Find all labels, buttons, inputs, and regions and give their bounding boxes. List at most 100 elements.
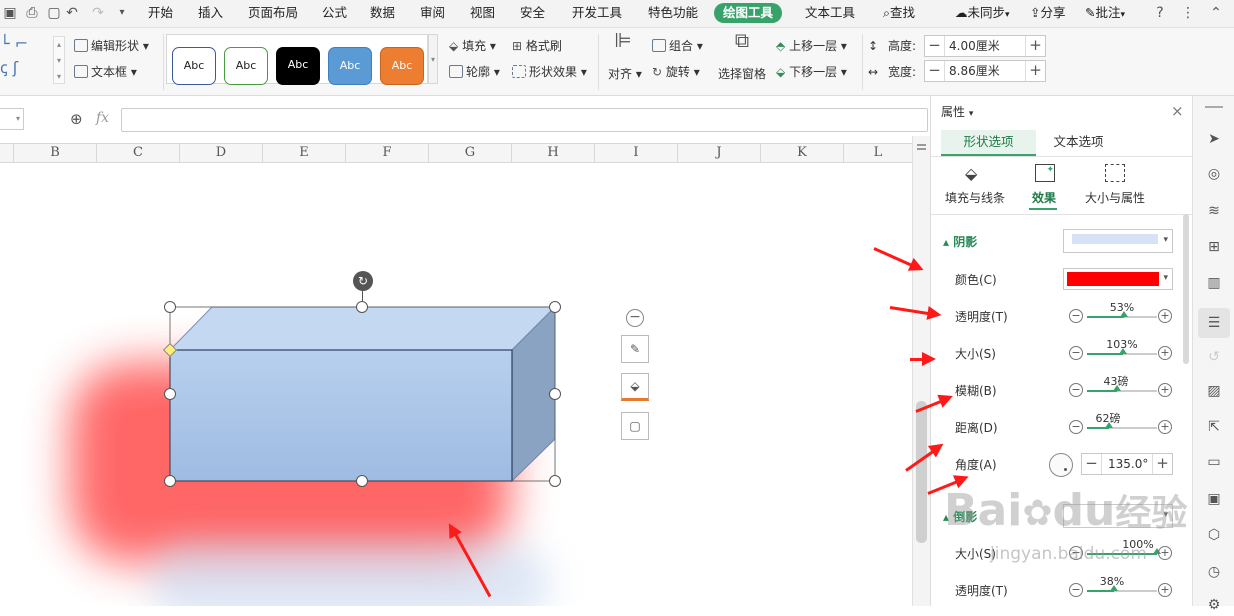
sheet-canvas[interactable]: ↻ − ✎ ⬙ ▢ bbox=[0, 163, 912, 606]
style-swatch-outline-blue[interactable]: Abc bbox=[172, 47, 216, 85]
column-header-E[interactable]: E bbox=[263, 144, 346, 162]
comment-button[interactable]: ✎批注▾ bbox=[1085, 5, 1125, 23]
height-stepper[interactable]: − 4.00厘米 + bbox=[924, 35, 1046, 57]
name-box-dropdown[interactable]: ▾ bbox=[0, 108, 24, 130]
shadow-section-header[interactable]: ▴ 阴影 bbox=[943, 234, 977, 250]
column-header-C[interactable]: C bbox=[97, 144, 180, 162]
column-header-F[interactable]: F bbox=[346, 144, 429, 162]
shape-gallery-scroll[interactable]: ▴ ▾ ▾ bbox=[53, 36, 65, 84]
size-decrement-button[interactable]: − bbox=[1069, 346, 1083, 360]
width-decrement-button[interactable]: − bbox=[925, 61, 945, 81]
resize-handle-tr[interactable] bbox=[549, 301, 561, 313]
undo-icon[interactable]: ↶ bbox=[64, 5, 80, 21]
close-icon[interactable]: × bbox=[1171, 102, 1184, 120]
layers-icon[interactable]: ≋ bbox=[1203, 200, 1225, 222]
edit-shape-button[interactable]: 编辑形状 ▾ bbox=[74, 38, 149, 54]
subtab-effect[interactable]: 效果 bbox=[1032, 190, 1056, 206]
height-increment-button[interactable]: + bbox=[1025, 36, 1045, 56]
angle-increment-button[interactable]: + bbox=[1152, 454, 1172, 474]
transparency-slider[interactable] bbox=[1087, 311, 1157, 318]
tab-home[interactable]: 开始 bbox=[148, 5, 173, 21]
sync-button[interactable]: ☁未同步▾ bbox=[955, 5, 1010, 23]
resize-handle-l[interactable] bbox=[164, 388, 176, 400]
properties-icon[interactable]: ☰ bbox=[1198, 308, 1230, 338]
selection-pane-button[interactable]: 选择窗格 bbox=[718, 66, 766, 82]
panel-scroll-thumb[interactable] bbox=[1183, 214, 1189, 364]
vertical-scrollbar[interactable] bbox=[912, 136, 930, 606]
subtab-size-properties[interactable]: 大小与属性 bbox=[1085, 190, 1145, 206]
tab-developer[interactable]: 开发工具 bbox=[572, 5, 622, 21]
column-header-I[interactable]: I bbox=[595, 144, 678, 162]
picture-icon[interactable]: ▣ bbox=[1203, 488, 1225, 510]
width-input[interactable]: 8.86厘米 bbox=[949, 61, 1000, 81]
transparency-increment-button[interactable]: + bbox=[1158, 309, 1172, 323]
collapse-icon[interactable]: ⌃ bbox=[1208, 5, 1224, 21]
style-swatch-orange[interactable]: Abc bbox=[380, 47, 424, 85]
column-header-J[interactable]: J bbox=[678, 144, 761, 162]
share-button[interactable]: ⇪分享 bbox=[1030, 5, 1066, 21]
reflection-size-increment-button[interactable]: + bbox=[1158, 546, 1172, 560]
tab-text-options[interactable]: 文本选项 bbox=[1036, 130, 1121, 156]
scroll-thumb[interactable] bbox=[916, 401, 927, 543]
outline-square-icon[interactable]: ▢ bbox=[621, 412, 649, 440]
effect-icon[interactable]: ✦ bbox=[1035, 164, 1055, 182]
shadow-preset-dropdown[interactable]: ▾ bbox=[1063, 229, 1173, 253]
text-box-button[interactable]: 文本框 ▾ bbox=[74, 64, 137, 80]
resize-handle-tl[interactable] bbox=[164, 301, 176, 313]
fill-bucket-icon[interactable]: ⬙ bbox=[621, 373, 649, 401]
column-header-H[interactable]: H bbox=[512, 144, 595, 162]
preview-icon[interactable]: ▢ bbox=[46, 5, 62, 21]
style-swatch-outline-green[interactable]: Abc bbox=[224, 47, 268, 85]
redo-icon[interactable]: ↷ bbox=[90, 5, 106, 21]
tab-page-layout[interactable]: 页面布局 bbox=[248, 5, 298, 21]
shapes-icon[interactable]: ◎ bbox=[1203, 163, 1225, 185]
height-input[interactable]: 4.00厘米 bbox=[949, 36, 1000, 56]
angle-dial[interactable] bbox=[1049, 453, 1073, 477]
tab-insert[interactable]: 插入 bbox=[198, 5, 223, 21]
connector-icon[interactable]: └ ⌐ bbox=[0, 36, 28, 52]
size-increment-button[interactable]: + bbox=[1158, 346, 1172, 360]
column-header-G[interactable]: G bbox=[429, 144, 512, 162]
search-button[interactable]: ⌕查找 bbox=[883, 5, 915, 21]
shadow-color-picker[interactable]: ▾ bbox=[1063, 268, 1173, 290]
angle-decrement-button[interactable]: − bbox=[1082, 454, 1102, 474]
zoom-formula-icon[interactable]: ⊕ bbox=[70, 110, 83, 128]
width-increment-button[interactable]: + bbox=[1025, 61, 1045, 81]
print-icon[interactable]: ⎙ bbox=[24, 5, 40, 21]
tab-review[interactable]: 审阅 bbox=[420, 5, 445, 21]
select-cursor-icon[interactable]: ➤ bbox=[1203, 128, 1225, 150]
height-decrement-button[interactable]: − bbox=[925, 36, 945, 56]
tab-shape-options[interactable]: 形状选项 bbox=[941, 130, 1036, 156]
column-header-L[interactable]: L bbox=[844, 144, 912, 162]
more-icon[interactable]: ⋮ bbox=[1180, 5, 1196, 21]
reflection-transparency-decrement-button[interactable]: − bbox=[1069, 583, 1083, 597]
rotate-button[interactable]: ↻ 旋转 ▾ bbox=[652, 64, 700, 80]
image-library-icon[interactable]: ▨ bbox=[1203, 380, 1225, 402]
blur-slider[interactable] bbox=[1087, 385, 1157, 392]
resize-handle-t[interactable] bbox=[356, 301, 368, 313]
resize-handle-br[interactable] bbox=[549, 475, 561, 487]
help-icon[interactable]: ? bbox=[1152, 5, 1168, 21]
export-icon[interactable]: ⇱ bbox=[1203, 416, 1225, 438]
tab-security[interactable]: 安全 bbox=[520, 5, 545, 21]
column-header-K[interactable]: K bbox=[761, 144, 844, 162]
transparency-decrement-button[interactable]: − bbox=[1069, 309, 1083, 323]
chart-icon[interactable]: ▥ bbox=[1203, 272, 1225, 294]
fx-icon[interactable]: fx bbox=[96, 110, 109, 126]
rotate-handle-icon[interactable]: ↻ bbox=[353, 271, 373, 291]
customize-chevron-icon[interactable]: ▾ bbox=[114, 5, 130, 21]
curve-icon[interactable]: ꞔ ʃ bbox=[0, 60, 18, 76]
cube-shape[interactable] bbox=[160, 293, 570, 493]
selection-pane-icon[interactable]: ⧉ bbox=[718, 30, 766, 50]
angle-input[interactable]: 135.0° bbox=[1108, 454, 1148, 474]
reflection-transparency-increment-button[interactable]: + bbox=[1158, 583, 1172, 597]
tab-view[interactable]: 视图 bbox=[470, 5, 495, 21]
fill-button[interactable]: ⬙ 填充 ▾ bbox=[449, 38, 496, 54]
size-slider[interactable] bbox=[1087, 348, 1157, 355]
style-swatch-blue[interactable]: Abc bbox=[328, 47, 372, 85]
style-brush-icon[interactable]: ✎ bbox=[621, 335, 649, 363]
tab-special[interactable]: 特色功能 bbox=[648, 5, 698, 21]
shape-effect-button[interactable]: 形状效果 ▾ bbox=[512, 64, 587, 80]
archive-icon[interactable]: ▭ bbox=[1203, 451, 1225, 473]
resize-handle-b[interactable] bbox=[356, 475, 368, 487]
